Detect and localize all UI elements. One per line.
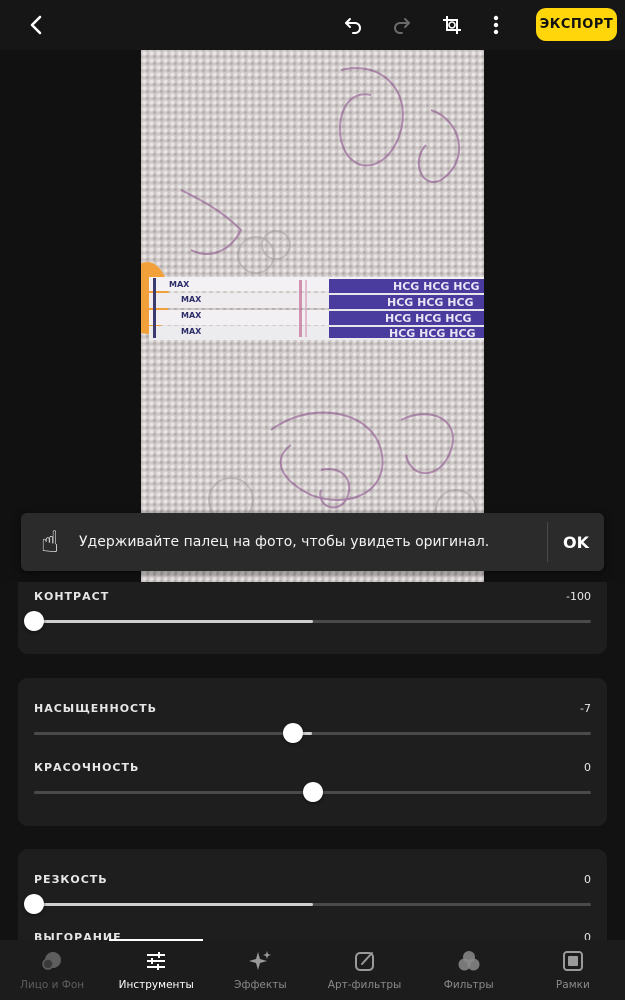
- saturation-label: НАСЫЩЕННОСТЬ: [34, 702, 158, 715]
- fade-value: 0: [584, 931, 591, 940]
- strip-brand-text: HCG HCG HCG: [389, 327, 476, 340]
- contrast-slider-thumb[interactable]: [24, 611, 44, 631]
- nav-art-filters[interactable]: Арт-фильтры: [312, 940, 416, 1000]
- nav-face-background[interactable]: Лицо и Фон: [0, 940, 104, 1000]
- contrast-slider-fill: [34, 620, 313, 623]
- strip-label: MAX: [181, 327, 202, 336]
- nav-label: Инструменты: [118, 979, 194, 991]
- photo-canvas[interactable]: MAX MAX MAX MAX HCG HCG HCG HCG HCG HCG …: [0, 50, 625, 590]
- face-background-icon: [40, 949, 64, 973]
- contrast-value: -100: [566, 590, 591, 603]
- undo-icon[interactable]: [336, 8, 370, 42]
- nav-frames[interactable]: Рамки: [521, 940, 625, 1000]
- saturation-slider[interactable]: [34, 723, 591, 743]
- strip-brand-text: HCG HCG HCG: [385, 312, 472, 325]
- hint-message: Удерживайте палец на фото, чтобы увидеть…: [79, 534, 490, 550]
- export-button[interactable]: ЭКСПОРТ: [536, 8, 617, 41]
- sharpness-value: 0: [584, 873, 591, 886]
- more-vertical-icon[interactable]: [479, 8, 513, 42]
- pointing-finger-icon: ☝: [40, 524, 60, 560]
- edited-photo[interactable]: MAX MAX MAX MAX HCG HCG HCG HCG HCG HCG …: [141, 50, 484, 590]
- sharpness-label: РЕЗКОСТЬ: [34, 873, 108, 886]
- sliders-icon: [144, 949, 168, 973]
- bottom-nav: Лицо и Фон Инструменты Эффекты Арт-фильт…: [0, 939, 625, 1000]
- nav-filters[interactable]: Фильтры: [417, 940, 521, 1000]
- art-brush-icon: [353, 949, 377, 973]
- strip-brand-text: HCG HCG HCG: [387, 296, 474, 309]
- nav-label: Лицо и Фон: [20, 979, 85, 991]
- nav-label: Эффекты: [234, 979, 287, 991]
- top-toolbar: ЭКСПОРТ: [0, 0, 625, 50]
- filters-circles-icon: [457, 949, 481, 973]
- color-card: НАСЫЩЕННОСТЬ -7 КРАСОЧНОСТЬ 0: [18, 678, 607, 826]
- vibrance-label: КРАСОЧНОСТЬ: [34, 761, 140, 774]
- vibrance-slider[interactable]: [34, 782, 591, 802]
- vibrance-value: 0: [584, 761, 591, 774]
- saturation-slider-thumb[interactable]: [283, 723, 303, 743]
- strip-label: MAX: [169, 280, 190, 289]
- contrast-slider[interactable]: [24, 611, 591, 631]
- active-tab-indicator: [109, 939, 204, 941]
- contrast-card: КОНТРАСТ -100: [18, 582, 607, 654]
- chevron-left-icon[interactable]: [20, 8, 54, 42]
- sparkles-icon: [248, 949, 272, 973]
- strip-brand-text: HCG HCG HCG: [393, 280, 480, 293]
- adjustments-panel[interactable]: КОНТРАСТ -100 НАСЫЩЕННОСТЬ -7 КРАСОЧНОСТ…: [0, 582, 625, 940]
- nav-label: Рамки: [555, 979, 590, 991]
- detail-card: РЕЗКОСТЬ 0 ВЫГОРАНИЕ 0: [18, 849, 607, 940]
- sharpness-slider[interactable]: [24, 894, 591, 914]
- nav-effects[interactable]: Эффекты: [208, 940, 312, 1000]
- nav-label: Арт-фильтры: [327, 979, 402, 991]
- toast-ok-button[interactable]: OK: [548, 533, 604, 552]
- contrast-label: КОНТРАСТ: [34, 590, 110, 603]
- frame-icon: [561, 949, 585, 973]
- strip-label: MAX: [181, 311, 202, 320]
- saturation-value: -7: [580, 702, 591, 715]
- sharpness-slider-fill: [34, 903, 313, 906]
- strip-label: MAX: [181, 295, 202, 304]
- sharpness-slider-thumb[interactable]: [24, 894, 44, 914]
- redo-icon[interactable]: [385, 8, 419, 42]
- crop-icon[interactable]: [435, 8, 469, 42]
- hint-toast: ☝ Удерживайте палец на фото, чтобы увиде…: [21, 513, 604, 571]
- nav-tools[interactable]: Инструменты: [104, 939, 208, 1000]
- nav-label: Фильтры: [443, 979, 494, 991]
- vibrance-slider-thumb[interactable]: [302, 782, 323, 802]
